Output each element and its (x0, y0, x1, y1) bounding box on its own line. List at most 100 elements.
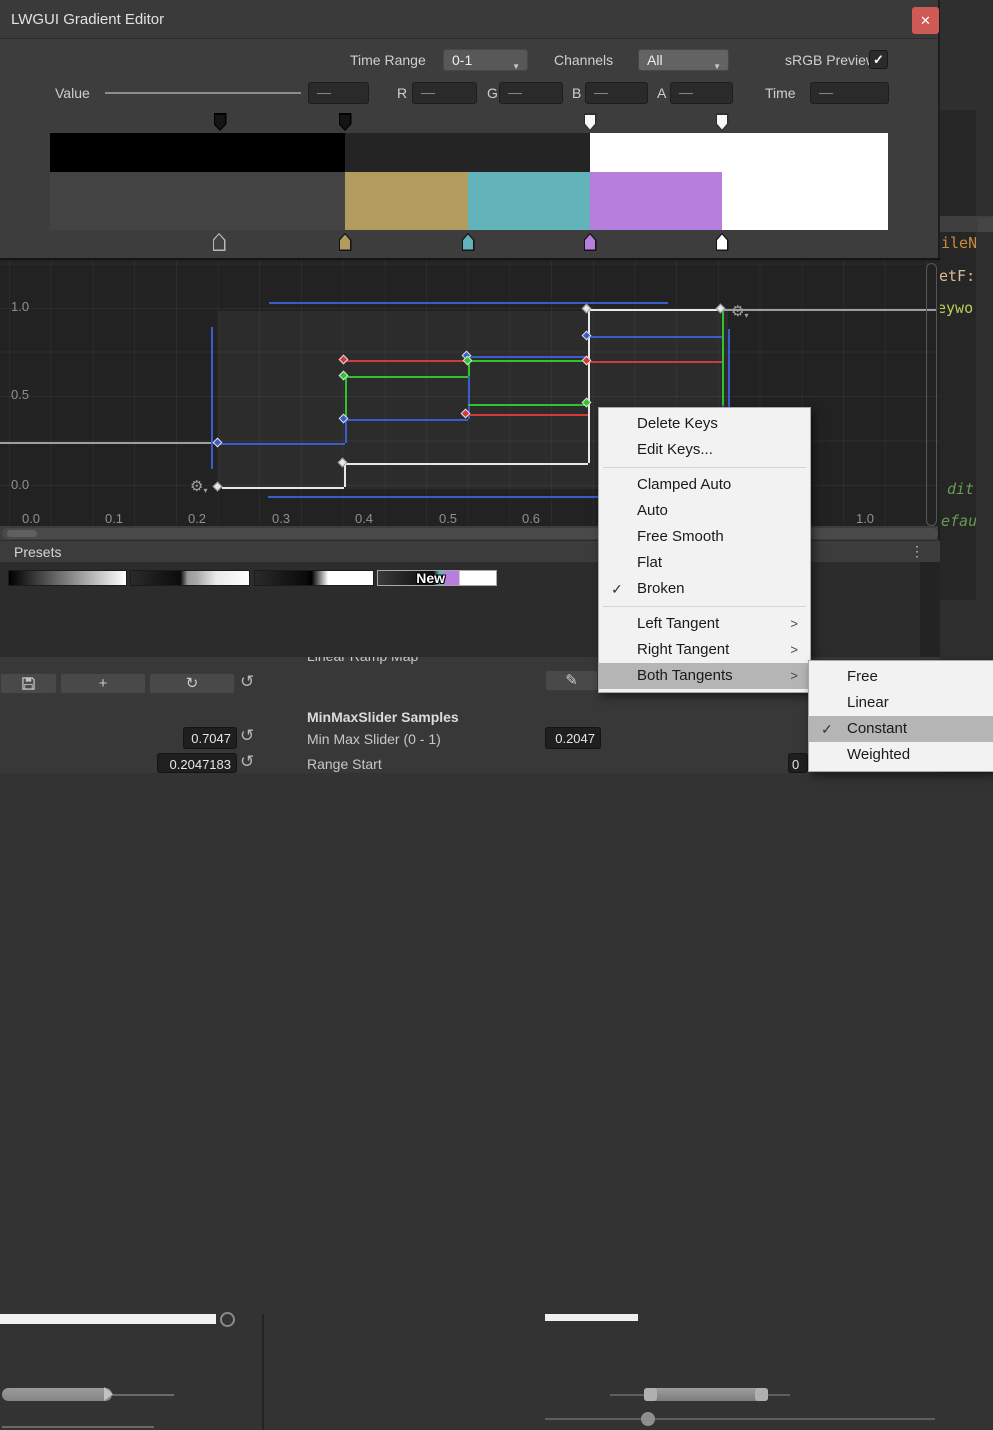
color-segment (590, 172, 722, 230)
value-slider[interactable] (105, 92, 301, 94)
code-editor-scrollbar-thumb (978, 218, 993, 232)
value-field-c[interactable]: 0.2047 (545, 727, 601, 749)
value-label: Value (55, 85, 90, 101)
color-segment (722, 172, 888, 230)
minmax-max-handle[interactable] (755, 1388, 768, 1401)
marker-fill (717, 235, 727, 250)
context-menu: Delete KeysEdit Keys...Clamped AutoAutoF… (598, 407, 811, 693)
revert-icon[interactable]: ↺ (240, 672, 254, 692)
window-titlebar[interactable]: LWGUI Gradient Editor ✕ (0, 0, 938, 39)
time-field[interactable]: — (810, 82, 889, 104)
panel-divider (262, 1314, 264, 1430)
color-key-marker[interactable] (584, 233, 597, 251)
x-axis-tick: 0.4 (355, 511, 373, 526)
menu-item-edit-keys[interactable]: Edit Keys... (599, 437, 810, 463)
range-start-slider-track[interactable] (545, 1418, 935, 1420)
b-field[interactable]: — (585, 82, 648, 104)
color-circle-icon (220, 1312, 235, 1327)
gradient-strip[interactable] (50, 133, 888, 230)
alpha-key-marker[interactable] (584, 113, 597, 131)
color-key-marker[interactable] (716, 233, 729, 251)
minmax-slider-label: Min Max Slider (0 - 1) (307, 731, 441, 747)
minmax-slider-range[interactable] (644, 1388, 768, 1401)
gear-icon[interactable]: ⚙▾ (190, 477, 207, 495)
alpha-key-marker[interactable] (339, 113, 352, 131)
color-key-marker[interactable] (213, 233, 226, 251)
x-axis-tick: 0.1 (105, 511, 123, 526)
new-preset-label: New (416, 570, 445, 586)
color-key-marker[interactable] (339, 233, 352, 251)
b-label: B (572, 85, 581, 101)
color-segment (50, 172, 345, 230)
preset-swatch-dark-gray-band-white[interactable] (130, 570, 250, 586)
menu-item-both-tangents[interactable]: Both Tangents> (599, 663, 810, 689)
color-key-marker[interactable] (462, 233, 475, 251)
menu-item-right-tangent[interactable]: Right Tangent> (599, 637, 810, 663)
menu-item-clamped-auto[interactable]: Clamped Auto (599, 472, 810, 498)
menu-item-auto[interactable]: Auto (599, 498, 810, 524)
menu-item-constant[interactable]: ✓Constant (809, 716, 993, 742)
curve-vertical-scrollbar[interactable] (926, 263, 937, 526)
revert-icon[interactable]: ↺ (240, 726, 254, 746)
x-axis-tick: 0.3 (272, 511, 290, 526)
channels-label: Channels (554, 52, 613, 68)
menu-item-left-tangent[interactable]: Left Tangent> (599, 611, 810, 637)
save-button[interactable] (0, 673, 57, 694)
menu-item-delete-keys[interactable]: Delete Keys (599, 411, 810, 437)
close-button[interactable]: ✕ (912, 7, 939, 34)
submenu-arrow-icon: > (790, 611, 798, 637)
menu-item-label: Right Tangent (637, 637, 729, 663)
menu-item-label: Broken (637, 576, 685, 602)
presets-label: Presets (14, 544, 61, 560)
preset-swatch-dark-to-white[interactable] (254, 570, 374, 586)
a-label: A (657, 85, 666, 101)
value-field-d[interactable]: 0 (788, 753, 808, 773)
menu-item-flat[interactable]: Flat (599, 550, 810, 576)
preset-swatch-new-preset[interactable]: New (377, 570, 497, 586)
menu-item-broken[interactable]: ✓Broken (599, 576, 810, 602)
channels-value: All (647, 52, 663, 68)
minmax-min-handle[interactable] (644, 1388, 657, 1401)
y-axis-tick: 0.5 (11, 387, 29, 402)
x-axis-tick: 0.2 (188, 511, 206, 526)
x-axis-tick: 0.6 (522, 511, 540, 526)
time-range-label: Time Range (350, 52, 426, 68)
range-start-label: Range Start (307, 756, 382, 772)
marker-fill (340, 235, 350, 250)
refresh-icon: ↻ (186, 675, 199, 692)
menu-item-label: Free (847, 664, 878, 690)
menu-item-label: Delete Keys (637, 411, 718, 437)
g-field[interactable]: — (499, 82, 563, 104)
time-label: Time (765, 85, 796, 101)
menu-item-weighted[interactable]: Weighted (809, 742, 993, 768)
revert-icon[interactable]: ↺ (240, 752, 254, 772)
menu-item-linear[interactable]: Linear (809, 690, 993, 716)
edit-gradient-button[interactable]: ✎ (545, 670, 598, 691)
presets-scroll-groove (920, 562, 940, 657)
tangent-submenu: FreeLinear✓ConstantWeighted (808, 660, 993, 772)
alpha-key-marker[interactable] (214, 113, 227, 131)
a-field[interactable]: — (670, 82, 733, 104)
menu-separator (599, 602, 810, 611)
value-field-b[interactable]: 0.2047183 (157, 753, 237, 773)
ramp-slider-handle[interactable] (104, 1387, 113, 1401)
time-range-dropdown[interactable]: 0-1 ▼ (443, 49, 528, 71)
alpha-key-marker[interactable] (716, 113, 729, 131)
ramp-slider-track[interactable] (2, 1388, 112, 1401)
menu-item-free-smooth[interactable]: Free Smooth (599, 524, 810, 550)
add-button[interactable]: + (60, 673, 146, 694)
menu-item-label: Weighted (847, 742, 910, 768)
menu-item-free[interactable]: Free (809, 664, 993, 690)
r-field[interactable]: — (412, 82, 477, 104)
value-field[interactable]: — (308, 82, 369, 104)
chevron-down-icon: ▼ (512, 57, 520, 77)
preset-swatch-black-to-white[interactable] (8, 570, 127, 586)
srgb-preview-checkbox[interactable]: ✓ (869, 50, 888, 69)
channels-dropdown[interactable]: All ▼ (638, 49, 729, 71)
range-start-slider-handle[interactable] (641, 1412, 655, 1426)
refresh-button[interactable]: ↻ (149, 673, 235, 694)
value-field-a[interactable]: 0.7047 (183, 727, 237, 749)
kebab-menu-icon[interactable]: ⋮ (910, 543, 924, 560)
x-axis-tick: 0.5 (439, 511, 457, 526)
gear-icon[interactable]: ⚙▾ (731, 302, 748, 320)
